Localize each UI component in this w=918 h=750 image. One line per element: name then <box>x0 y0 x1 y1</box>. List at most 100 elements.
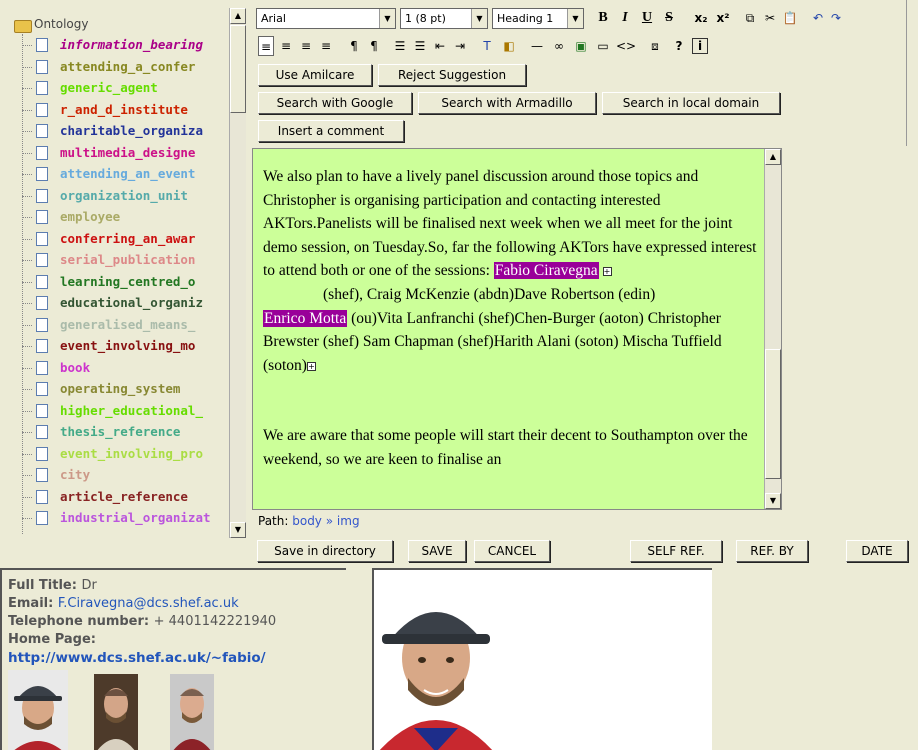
tree-item-label: event_involving_pro <box>60 445 203 461</box>
redo-icon[interactable]: ↷ <box>828 8 844 28</box>
outdent-icon[interactable]: ⇤ <box>432 36 448 56</box>
superscript-button[interactable]: x² <box>714 8 732 28</box>
expand-icon[interactable]: + <box>602 267 612 277</box>
title-value: Dr <box>81 578 97 593</box>
cut-icon[interactable]: ✂ <box>762 8 778 28</box>
underline-button[interactable]: U <box>640 8 654 28</box>
editor-content[interactable]: We also plan to have a lively panel disc… <box>263 165 763 472</box>
info-icon[interactable]: i <box>692 38 708 54</box>
scroll-thumb[interactable] <box>765 349 781 479</box>
paste-icon[interactable]: 📋 <box>782 8 798 28</box>
table-icon[interactable]: ▭ <box>594 36 612 56</box>
cancel-button[interactable]: CANCEL <box>474 540 550 562</box>
size-select[interactable]: 1 (8 pt) ▼ <box>400 8 488 29</box>
chevron-down-icon[interactable]: ▼ <box>379 9 395 28</box>
font-select[interactable]: Arial ▼ <box>256 8 396 29</box>
email-link[interactable]: F.Ciravegna@dcs.shef.ac.uk <box>58 596 239 611</box>
insert-comment-button[interactable]: Insert a comment <box>258 120 404 142</box>
ontology-tree[interactable]: Ontology information_bearing attending_a_… <box>0 0 246 538</box>
save-in-directory-button[interactable]: Save in directory <box>257 540 393 562</box>
horizontal-rule-icon[interactable]: — <box>528 36 546 56</box>
italic-button[interactable]: I <box>618 8 632 28</box>
editor-paragraph: (shef), Craig McKenzie (abdn)Dave Robert… <box>323 285 656 303</box>
chevron-down-icon[interactable]: ▼ <box>471 9 487 28</box>
align-justify-icon[interactable]: ≡ <box>318 36 334 56</box>
path-bar: Path: body » img <box>252 510 918 532</box>
text-color-icon[interactable]: T <box>478 36 496 56</box>
date-button[interactable]: DATE <box>846 540 908 562</box>
tree-root-label[interactable]: Ontology <box>34 17 89 31</box>
thumbnail-photo-2[interactable] <box>94 674 138 750</box>
align-left-icon[interactable]: ≡ <box>258 36 274 56</box>
document-icon <box>36 425 48 439</box>
bg-color-icon[interactable]: ◧ <box>500 36 518 56</box>
scroll-up-icon[interactable]: ▲ <box>765 149 781 165</box>
tree-scrollbar[interactable]: ▲ ▼ <box>229 8 246 538</box>
unordered-list-icon[interactable]: ☰ <box>412 36 428 56</box>
ordered-list-icon[interactable]: ☰ <box>392 36 408 56</box>
tree-item-label: conferring_an_awar <box>60 230 196 246</box>
document-editor[interactable]: We also plan to have a lively panel disc… <box>252 148 782 510</box>
document-icon <box>36 446 48 461</box>
chevron-down-icon[interactable]: ▼ <box>567 9 583 28</box>
document-icon <box>36 317 48 332</box>
ref-by-button[interactable]: REF. BY <box>736 540 808 562</box>
path-separator: » <box>325 514 334 528</box>
document-icon <box>36 210 48 224</box>
ltr-icon[interactable]: ¶ <box>346 36 362 56</box>
annotation-highlight[interactable]: Enrico Motta <box>263 309 348 327</box>
html-source-icon[interactable]: <> <box>616 36 636 56</box>
copy-icon[interactable]: ⧉ <box>742 8 758 28</box>
tree-item-label: r_and_d_institute <box>60 101 188 117</box>
document-icon <box>36 360 48 375</box>
use-amilcare-button[interactable]: Use Amilcare <box>258 64 372 86</box>
self-ref-button[interactable]: SELF REF. <box>630 540 722 562</box>
editor-scrollbar[interactable]: ▲ ▼ <box>764 149 781 509</box>
tree-item-label: attending_an_event <box>60 166 196 181</box>
search-google-button[interactable]: Search with Google <box>258 92 412 114</box>
tree-item-label: organization_unit <box>60 187 188 203</box>
thumbnail-photo-3[interactable] <box>170 674 214 750</box>
title-label: Full Title: <box>8 578 77 593</box>
document-icon <box>36 59 48 74</box>
fullscreen-icon[interactable]: ⧈ <box>646 36 664 56</box>
expand-icon[interactable]: + <box>306 361 316 371</box>
align-center-icon[interactable]: ≡ <box>278 36 294 56</box>
tree-item-label: serial_publication <box>60 252 196 267</box>
image-icon[interactable]: ▣ <box>572 36 590 56</box>
subscript-button[interactable]: x₂ <box>692 8 710 28</box>
homepage-link[interactable]: http://www.dcs.shef.ac.uk/~fabio/ <box>8 650 266 666</box>
scroll-up-icon[interactable]: ▲ <box>230 8 246 24</box>
tree-item-label: operating_system <box>60 381 181 396</box>
scroll-down-icon[interactable]: ▼ <box>230 522 246 538</box>
rtl-icon[interactable]: ¶ <box>366 36 382 56</box>
search-local-button[interactable]: Search in local domain <box>602 92 780 114</box>
align-right-icon[interactable]: ≡ <box>298 36 314 56</box>
search-armadillo-button[interactable]: Search with Armadillo <box>418 92 596 114</box>
email-label: Email: <box>8 596 54 611</box>
save-button[interactable]: SAVE <box>408 540 466 562</box>
bold-button[interactable]: B <box>596 8 610 28</box>
tree-item-label: charitable_organiza <box>60 123 203 138</box>
tree-item-label: event_involving_mo <box>60 338 196 353</box>
editor-paragraph: We are aware that some people will start… <box>263 427 748 468</box>
scroll-down-icon[interactable]: ▼ <box>765 493 781 509</box>
strike-button[interactable]: S <box>662 8 676 28</box>
tree-item-label: information_bearing <box>60 37 203 52</box>
document-icon <box>36 382 48 396</box>
document-icon <box>36 489 48 504</box>
link-icon[interactable]: ∞ <box>550 36 568 56</box>
person-info-panel: Full Title: Dr Email: F.Ciravegna@dcs.sh… <box>0 568 346 750</box>
indent-icon[interactable]: ⇥ <box>452 36 468 56</box>
style-select[interactable]: Heading 1 ▼ <box>492 8 584 29</box>
document-icon <box>36 468 48 482</box>
path-img-link[interactable]: img <box>337 514 360 528</box>
undo-icon[interactable]: ↶ <box>810 8 826 28</box>
document-icon <box>36 296 48 310</box>
annotation-highlight[interactable]: Fabio Ciravegna <box>493 262 599 280</box>
reject-suggestion-button[interactable]: Reject Suggestion <box>378 64 526 86</box>
thumbnail-photo-1[interactable] <box>8 670 68 750</box>
scroll-thumb[interactable] <box>230 25 246 113</box>
help-icon[interactable]: ? <box>672 36 686 56</box>
path-body-link[interactable]: body <box>292 514 322 528</box>
